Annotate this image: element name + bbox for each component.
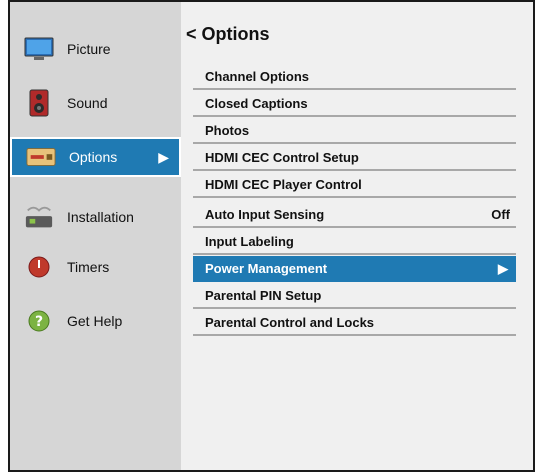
speaker-icon — [24, 89, 54, 117]
menu-item-hdmi-cec-player-control[interactable]: HDMI CEC Player Control — [193, 172, 516, 198]
sidebar-item-get-help[interactable]: ? Get Help — [10, 301, 181, 341]
page-title[interactable]: < Options — [186, 24, 270, 45]
menu-item-label: Photos — [205, 123, 250, 138]
sidebar: Picture Sound Options ▶ Installation Tim… — [10, 2, 181, 470]
sidebar-item-label: Sound — [67, 95, 108, 111]
picture-icon — [24, 36, 54, 62]
menu-item-label: Channel Options — [205, 69, 309, 84]
tv-menu-frame: Picture Sound Options ▶ Installation Tim… — [8, 0, 535, 472]
installation-icon — [24, 204, 54, 230]
svg-text:?: ? — [35, 314, 43, 330]
menu-item-hdmi-cec-control-setup[interactable]: HDMI CEC Control Setup — [193, 145, 516, 171]
sidebar-item-label: Installation — [67, 209, 134, 225]
sidebar-item-label: Timers — [67, 259, 110, 275]
menu-item-power-management[interactable]: Power Management ▶ — [193, 256, 516, 282]
sidebar-item-label: Picture — [67, 41, 111, 57]
menu-item-label: Parental PIN Setup — [205, 288, 322, 303]
menu-item-channel-options[interactable]: Channel Options — [193, 64, 516, 90]
help-icon: ? — [24, 308, 54, 334]
sidebar-item-timers[interactable]: Timers — [10, 247, 181, 287]
sidebar-item-label: Get Help — [67, 313, 123, 329]
menu-item-label: HDMI CEC Player Control — [205, 177, 362, 192]
menu-item-label: Input Labeling — [205, 234, 294, 249]
menu-item-parental-pin-setup[interactable]: Parental PIN Setup — [193, 283, 516, 309]
sidebar-item-picture[interactable]: Picture — [10, 29, 181, 69]
sidebar-item-label: Options — [69, 149, 118, 165]
menu-item-closed-captions[interactable]: Closed Captions — [193, 91, 516, 117]
menu-item-value: Off — [491, 207, 510, 222]
menu-item-label: Parental Control and Locks — [205, 315, 375, 330]
options-icon — [26, 144, 56, 170]
menu-item-auto-input-sensing[interactable]: Auto Input Sensing Off — [193, 202, 516, 228]
menu-item-label: Power Management — [205, 261, 328, 276]
menu-item-label: Auto Input Sensing — [205, 207, 325, 222]
menu-item-label: HDMI CEC Control Setup — [205, 150, 359, 165]
menu-item-label: Closed Captions — [205, 96, 308, 111]
menu-item-photos[interactable]: Photos — [193, 118, 516, 144]
sidebar-item-installation[interactable]: Installation — [10, 197, 181, 237]
sidebar-item-options[interactable]: Options ▶ — [10, 137, 181, 177]
sidebar-item-sound[interactable]: Sound — [10, 83, 181, 123]
chevron-right-icon: ▶ — [498, 261, 508, 276]
chevron-right-icon: ▶ — [158, 148, 169, 165]
timer-icon — [24, 254, 54, 280]
menu-item-parental-control-and-locks[interactable]: Parental Control and Locks — [193, 310, 516, 336]
menu-item-input-labeling[interactable]: Input Labeling — [193, 229, 516, 255]
options-panel: < Options Channel Options Closed Caption… — [181, 2, 533, 470]
